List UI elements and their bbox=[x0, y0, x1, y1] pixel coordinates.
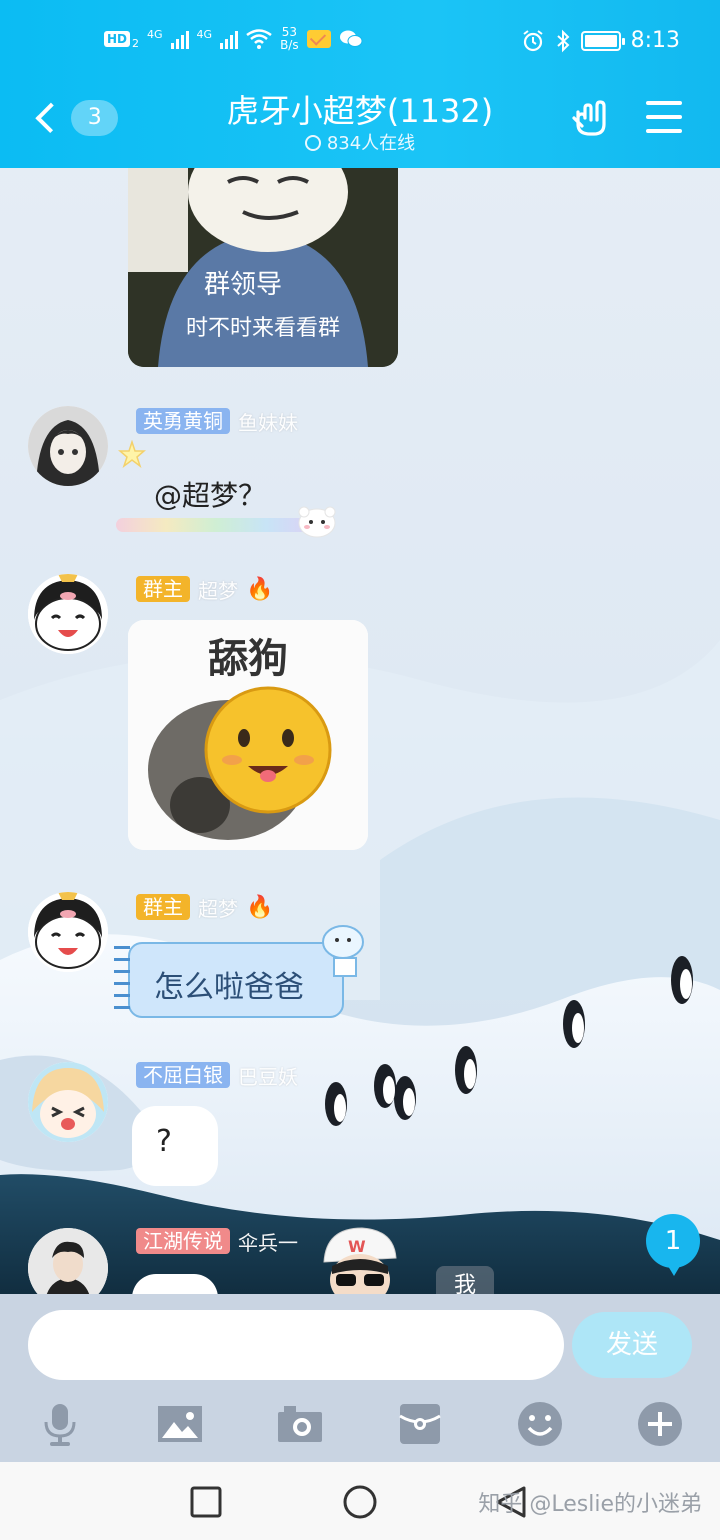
sender-line: 群主 超梦 🔥 bbox=[136, 893, 274, 922]
sender-name[interactable]: 鱼妹妹 bbox=[238, 407, 298, 436]
message-bubble[interactable]: 怎么啦爸爸 bbox=[128, 942, 344, 1018]
toolbar bbox=[0, 1394, 720, 1454]
net-speed-unit: B/s bbox=[280, 38, 299, 52]
sender-line: 群主 超梦 🔥 bbox=[136, 575, 274, 604]
status-bar: HD 2 4G 4G 53 B/s 8:13 bbox=[0, 0, 720, 84]
mail-notification-icon bbox=[306, 30, 331, 48]
owner-badge: 群主 bbox=[136, 576, 190, 602]
avatar[interactable] bbox=[28, 892, 108, 972]
camera-icon[interactable] bbox=[276, 1400, 324, 1448]
recent-apps-icon[interactable] bbox=[188, 1484, 224, 1520]
home-icon[interactable] bbox=[342, 1484, 378, 1520]
avatar[interactable] bbox=[28, 574, 108, 654]
message-text: 怎么啦爸爸 bbox=[154, 970, 304, 1005]
bluetooth-icon bbox=[556, 29, 570, 52]
cloud-mascot-icon bbox=[322, 925, 364, 977]
rank-badge: 不屈白银 bbox=[136, 1062, 230, 1088]
message-bubble[interactable]: @超梦？ bbox=[116, 468, 336, 540]
new-message-badge[interactable]: 1 bbox=[646, 1214, 700, 1276]
wechat-icon bbox=[339, 30, 363, 47]
system-nav-bar: 知乎 @Leslie的小迷弟 bbox=[0, 1462, 720, 1540]
avatar[interactable] bbox=[28, 1062, 108, 1142]
notebook-binding-icon bbox=[114, 946, 130, 1016]
rank-badge: 江湖传说 bbox=[136, 1228, 230, 1254]
sender-line: 不屈白银 巴豆妖 bbox=[136, 1061, 298, 1090]
watermark: 知乎 @Leslie的小迷弟 bbox=[478, 1492, 702, 1517]
top-bar: HD 2 4G 4G 53 B/s 8:13 3 虎牙小超梦(1132) 834人… bbox=[0, 0, 720, 168]
sticker-caption: 舔狗 bbox=[208, 636, 288, 682]
sticker-caption-2: 时不时来看看群 bbox=[185, 316, 340, 341]
online-count: 834人在线 bbox=[0, 129, 720, 155]
avatar[interactable] bbox=[28, 406, 108, 486]
signal-icon bbox=[170, 29, 189, 49]
net-speed-value: 53 bbox=[281, 25, 297, 39]
emoji-icon[interactable] bbox=[516, 1400, 564, 1448]
clock: 8:13 bbox=[630, 28, 680, 53]
sticker-message[interactable]: 群领导 时不时来看看群 bbox=[128, 168, 398, 367]
message-bubble[interactable]: ? bbox=[132, 1106, 218, 1186]
send-button[interactable]: 发送 bbox=[572, 1312, 692, 1378]
alarm-icon bbox=[522, 29, 543, 51]
message-text: ? bbox=[156, 1124, 172, 1159]
image-icon[interactable] bbox=[156, 1400, 204, 1448]
signal-icon-2 bbox=[220, 29, 239, 49]
sender-name[interactable]: 超梦 bbox=[198, 575, 238, 604]
message-text: @超梦？ bbox=[154, 479, 267, 512]
message-bubble[interactable] bbox=[132, 1274, 218, 1294]
group-title: 虎牙小超梦(1132) bbox=[226, 92, 494, 130]
network-type-1: 4G bbox=[147, 27, 163, 41]
plus-icon[interactable] bbox=[636, 1400, 684, 1448]
sender-name[interactable]: 巴豆妖 bbox=[238, 1061, 298, 1090]
net-speed: 53 B/s bbox=[280, 26, 299, 52]
input-bar: 发送 bbox=[0, 1294, 720, 1462]
battery-icon bbox=[580, 30, 625, 51]
sender-line: 江湖传说 伞兵一 bbox=[136, 1227, 298, 1256]
sticker-caption-1: 群领导 bbox=[203, 270, 282, 300]
menu-icon[interactable] bbox=[646, 101, 682, 133]
rock-hand-icon[interactable] bbox=[572, 98, 612, 138]
wifi-icon bbox=[246, 29, 272, 49]
online-status-icon bbox=[304, 135, 321, 151]
star-icon bbox=[118, 440, 146, 468]
sim-index: 2 bbox=[132, 36, 140, 50]
mic-icon[interactable] bbox=[36, 1400, 84, 1448]
avatar[interactable] bbox=[28, 1228, 108, 1294]
online-count-text: 834人在线 bbox=[326, 133, 416, 154]
owner-badge: 群主 bbox=[136, 894, 190, 920]
fire-icon: 🔥 bbox=[246, 576, 274, 602]
rainbow-underline bbox=[116, 518, 316, 532]
sender-name[interactable]: 伞兵一 bbox=[238, 1227, 298, 1256]
bear-icon bbox=[298, 506, 336, 538]
svg-text:W: W bbox=[348, 1237, 366, 1256]
network-type-2: 4G bbox=[196, 27, 213, 41]
rank-badge: 英勇黄铜 bbox=[136, 408, 230, 434]
message-input[interactable] bbox=[28, 1310, 564, 1380]
red-packet-icon[interactable] bbox=[396, 1400, 444, 1448]
fire-icon: 🔥 bbox=[246, 894, 274, 920]
chat-area[interactable]: 群领导 时不时来看看群 英勇黄铜 鱼妹妹 @超梦？ 群主 超梦 🔥 舔狗 群主 … bbox=[0, 168, 720, 1294]
hd-indicator: HD bbox=[104, 31, 131, 47]
sender-name[interactable]: 超梦 bbox=[198, 893, 238, 922]
sender-line: 英勇黄铜 鱼妹妹 bbox=[136, 407, 298, 436]
sticker-message[interactable]: 舔狗 bbox=[128, 620, 368, 850]
